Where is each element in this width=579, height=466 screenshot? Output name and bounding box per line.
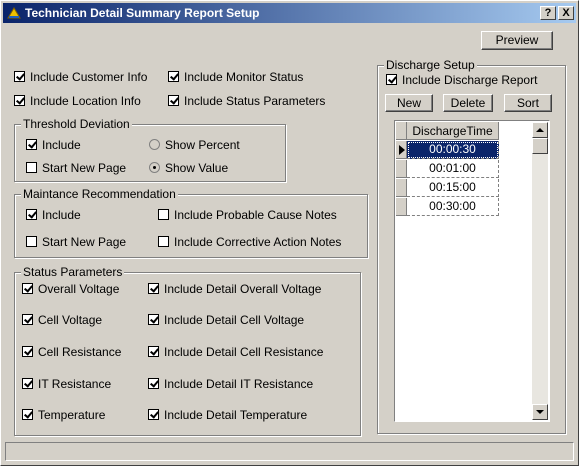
checkbox-box[interactable]	[168, 71, 179, 82]
checkbox-label: Include	[42, 208, 81, 222]
arrow-down-icon	[536, 410, 544, 414]
delete-button[interactable]: Delete	[443, 94, 493, 112]
radio-label: Show Value	[165, 161, 229, 175]
grid-row[interactable]: 00:00:30	[407, 141, 499, 159]
checkbox-box[interactable]	[148, 378, 159, 389]
checkbox-box[interactable]	[26, 139, 37, 150]
group-title: Threshold Deviation	[21, 117, 132, 131]
scroll-down-button[interactable]	[532, 404, 548, 420]
checkbox-box[interactable]	[148, 409, 159, 420]
checkbox-label: Start New Page	[42, 161, 127, 175]
checkbox-box[interactable]	[22, 346, 33, 357]
app-icon	[7, 7, 21, 19]
group-title: Maintance Recommendation	[21, 187, 178, 201]
checkbox-box[interactable]	[14, 71, 25, 82]
window-title: Technician Detail Summary Report Setup	[25, 6, 260, 20]
row-indicator[interactable]	[396, 160, 407, 178]
grid-row[interactable]: 00:30:00	[407, 198, 499, 216]
checkbox-label: Include Detail Cell Voltage	[164, 313, 305, 327]
checkbox-label: IT Resistance	[38, 377, 112, 391]
scroll-thumb[interactable]	[532, 138, 548, 154]
help-button[interactable]: ?	[540, 6, 556, 20]
radio-circle[interactable]	[149, 139, 160, 150]
checkbox-label: Include Location Info	[30, 94, 141, 108]
checkbox-box[interactable]	[26, 236, 37, 247]
preview-button[interactable]: Preview	[481, 31, 553, 50]
checkbox-box[interactable]	[14, 95, 25, 106]
checkbox-box[interactable]	[26, 162, 37, 173]
checkbox-label: Include Corrective Action Notes	[174, 235, 342, 249]
checkbox-box[interactable]	[22, 378, 33, 389]
checkbox-box[interactable]	[148, 283, 159, 294]
row-indicator[interactable]	[396, 198, 407, 216]
discharge-time-grid[interactable]: DischargeTime 00:00:30 00:01:00 00:15:00…	[394, 120, 550, 422]
column-header-discharge-time[interactable]: DischargeTime	[407, 122, 499, 140]
checkbox-label: Start New Page	[42, 235, 127, 249]
checkbox-label: Include Discharge Report	[402, 73, 538, 87]
checkbox-box[interactable]	[22, 409, 33, 420]
grid-row[interactable]: 00:01:00	[407, 160, 499, 178]
checkbox-label: Include Detail IT Resistance	[164, 377, 314, 391]
checkbox-box[interactable]	[148, 314, 159, 325]
checkbox-label: Include Customer Info	[30, 70, 148, 84]
group-title: Discharge Setup	[384, 58, 477, 72]
report-setup-window: Technician Detail Summary Report Setup ?…	[0, 0, 579, 466]
current-row-arrow-icon	[399, 145, 405, 155]
checkbox-label: Cell Resistance	[38, 345, 122, 359]
checkbox-box[interactable]	[22, 283, 33, 294]
radio-label: Show Percent	[165, 138, 240, 152]
checkbox-box[interactable]	[22, 314, 33, 325]
checkbox-label: Include Probable Cause Notes	[174, 208, 337, 222]
new-button[interactable]: New	[385, 94, 433, 112]
checkbox-box[interactable]	[386, 74, 397, 85]
checkbox-label: Overall Voltage	[38, 282, 120, 296]
title-bar[interactable]: Technician Detail Summary Report Setup ?…	[3, 3, 576, 23]
group-title: Status Parameters	[21, 265, 125, 279]
radio-circle[interactable]	[149, 162, 160, 173]
scroll-up-button[interactable]	[532, 122, 548, 138]
checkbox-box[interactable]	[158, 209, 169, 220]
row-indicator[interactable]	[396, 179, 407, 197]
row-indicator[interactable]	[396, 141, 407, 159]
checkbox-label: Cell Voltage	[38, 313, 103, 327]
checkbox-label: Include Detail Temperature	[164, 408, 308, 422]
checkbox-box[interactable]	[168, 95, 179, 106]
checkbox-box[interactable]	[158, 236, 169, 247]
checkbox-box[interactable]	[26, 209, 37, 220]
status-bar	[5, 442, 574, 461]
sort-button[interactable]: Sort	[504, 94, 552, 112]
checkbox-label: Include Monitor Status	[184, 70, 304, 84]
checkbox-label: Include Status Parameters	[184, 94, 326, 108]
grid-corner	[396, 122, 407, 140]
arrow-up-icon	[536, 128, 544, 132]
checkbox-label: Include	[42, 138, 81, 152]
checkbox-box[interactable]	[148, 346, 159, 357]
checkbox-label: Include Detail Cell Resistance	[164, 345, 324, 359]
close-button[interactable]: X	[558, 6, 574, 20]
grid-row[interactable]: 00:15:00	[407, 179, 499, 197]
checkbox-label: Temperature	[38, 408, 106, 422]
grid-vertical-scrollbar[interactable]	[532, 122, 548, 420]
checkbox-label: Include Detail Overall Voltage	[164, 282, 322, 296]
